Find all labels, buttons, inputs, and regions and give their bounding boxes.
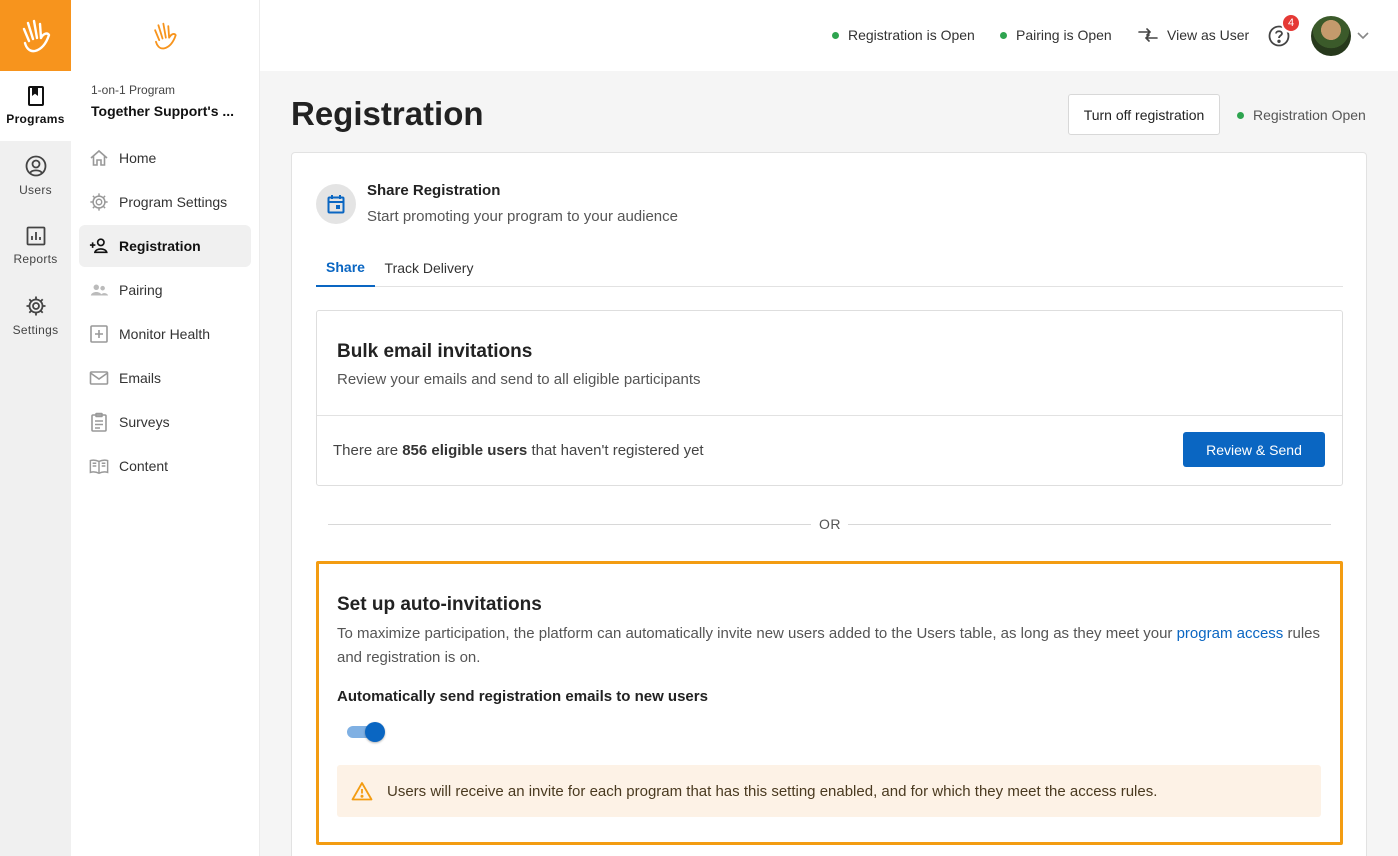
notification-badge: 4 [1281, 13, 1301, 33]
rail-item-users[interactable]: Users [0, 141, 71, 211]
sidebar-item-registration[interactable]: Registration [79, 225, 251, 267]
turn-off-registration-button[interactable]: Turn off registration [1068, 94, 1220, 135]
chevron-down-icon[interactable] [1356, 28, 1370, 42]
sidebar-item-label: Emails [119, 370, 162, 386]
registration-status-label: Registration is Open [848, 27, 975, 43]
share-icon-circle [316, 184, 356, 224]
clipboard-icon [91, 412, 107, 432]
sidebar-nav: Home Program Settings Registration Pairi… [79, 137, 251, 489]
share-title: Share Registration [367, 182, 501, 199]
or-divider: OR [328, 515, 1331, 535]
sidebar-item-label: Content [119, 458, 169, 474]
sidebar-item-label: Surveys [119, 414, 170, 430]
rail-item-programs[interactable]: Programs [0, 71, 71, 141]
tab-share[interactable]: Share [316, 249, 375, 287]
warning-banner: Users will receive an invite for each pr… [337, 765, 1321, 817]
rail-item-reports[interactable]: Reports [0, 211, 71, 281]
rail-label: Settings [12, 323, 59, 337]
page-title: Registration [291, 95, 484, 132]
program-access-link[interactable]: program access [1177, 625, 1284, 642]
app-logo[interactable] [0, 0, 71, 71]
rail-item-settings[interactable]: Settings [0, 281, 71, 351]
sidebar-item-home[interactable]: Home [79, 137, 251, 179]
avatar[interactable] [1311, 16, 1351, 56]
pairing-status-label: Pairing is Open [1016, 27, 1112, 43]
sidebar-item-label: Monitor Health [119, 326, 211, 342]
bar-chart-icon [26, 226, 45, 246]
bulk-title: Bulk email invitations [337, 341, 533, 362]
eligible-prefix: There are [333, 442, 403, 459]
sidebar-item-content[interactable]: Content [79, 445, 251, 487]
warning-icon [351, 782, 373, 801]
waving-hand-icon [154, 22, 177, 49]
mail-icon [89, 371, 109, 385]
warning-text: Users will receive an invite for each pr… [387, 782, 1158, 800]
gear-icon [90, 193, 108, 211]
registration-open-label: Registration Open [1253, 107, 1366, 123]
status-dot [1000, 31, 1007, 39]
auto-title: Set up auto-invitations [337, 594, 542, 615]
waving-hand-icon [22, 19, 50, 52]
app-rail: Programs Users Reports Settings [0, 0, 71, 856]
sidebar-item-label: Program Settings [119, 194, 228, 210]
sidebar-logo [71, 0, 259, 71]
tab-track-delivery[interactable]: Track Delivery [382, 249, 476, 287]
auto-toggle-label: Automatically send registration emails t… [337, 688, 708, 705]
bulk-subtitle: Review your emails and send to all eligi… [337, 371, 701, 388]
sidebar-item-emails[interactable]: Emails [79, 357, 251, 399]
sidebar-item-program-settings[interactable]: Program Settings [79, 181, 251, 223]
program-name[interactable]: Together Support's ... [91, 103, 234, 119]
program-sidebar: 1-on-1 Program Together Support's ... Ho… [71, 0, 260, 856]
top-bar: Registration is Open Pairing is Open Vie… [260, 0, 1398, 71]
plus-square-icon [90, 325, 108, 343]
eligible-suffix: that haven't registered yet [527, 442, 704, 459]
registration-status: Registration is Open [832, 27, 975, 43]
auto-invite-toggle[interactable] [347, 721, 387, 743]
program-type: 1-on-1 Program [91, 83, 176, 97]
share-registration-card: Share Registration Start promoting your … [291, 152, 1367, 856]
sidebar-item-label: Home [119, 150, 157, 166]
divider-line [848, 524, 1331, 525]
gear-icon [26, 296, 45, 316]
add-user-icon [89, 238, 108, 254]
book-icon [27, 86, 44, 106]
toggle-knob [365, 722, 385, 742]
auto-desc-before: To maximize participation, the platform … [337, 625, 1177, 642]
sidebar-item-label: Registration [119, 238, 201, 254]
sidebar-item-label: Pairing [119, 282, 163, 298]
bulk-email-section: Bulk email invitations Review your email… [316, 310, 1343, 486]
rail-label: Reports [13, 252, 58, 266]
tab-bar: Share Track Delivery [316, 249, 1343, 287]
auto-description: To maximize participation, the platform … [337, 622, 1327, 670]
eligible-users-text: There are 856 eligible users that haven'… [333, 442, 704, 459]
home-icon [90, 149, 108, 166]
view-as-user-button[interactable]: View as User [1138, 27, 1249, 43]
sidebar-item-pairing[interactable]: Pairing [79, 269, 251, 311]
rail-label: Programs [6, 112, 65, 126]
status-dot [1237, 111, 1244, 119]
user-circle-icon [25, 155, 46, 177]
view-as-user-label: View as User [1167, 27, 1250, 43]
swap-arrows-icon [1138, 28, 1158, 42]
pairing-status: Pairing is Open [1000, 27, 1112, 43]
divider-line [328, 524, 811, 525]
eligible-count: 856 eligible users [402, 442, 528, 459]
auto-invitations-section: Set up auto-invitations To maximize part… [316, 561, 1343, 845]
calendar-icon [327, 195, 345, 214]
registration-open-status: Registration Open [1237, 107, 1366, 123]
sidebar-item-monitor-health[interactable]: Monitor Health [79, 313, 251, 355]
review-and-send-button[interactable]: Review & Send [1183, 432, 1325, 467]
or-label: OR [819, 516, 841, 532]
bulk-action-row: There are 856 eligible users that haven'… [317, 415, 1342, 485]
share-subtitle: Start promoting your program to your aud… [367, 208, 678, 225]
sidebar-item-surveys[interactable]: Surveys [79, 401, 251, 443]
status-dot [832, 31, 839, 39]
rail-label: Users [19, 183, 52, 197]
open-book-icon [89, 459, 109, 475]
users-icon [90, 284, 109, 296]
